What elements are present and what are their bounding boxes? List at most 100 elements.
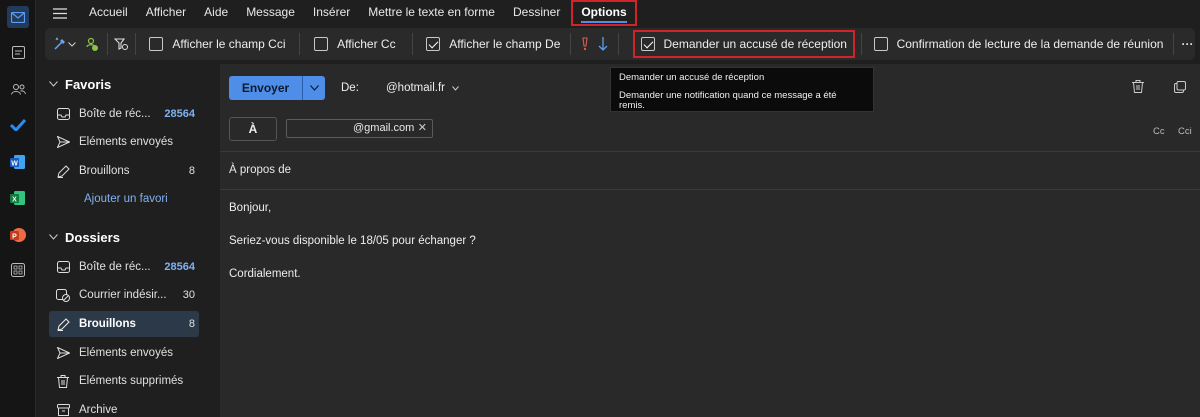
inbox-icon xyxy=(51,261,75,273)
send-button[interactable]: Envoyer xyxy=(229,76,303,100)
unread-count: 28564 xyxy=(164,108,195,120)
show-bcc-checkbox[interactable]: Afficher le champ Cci xyxy=(149,30,285,58)
body-line: Seriez-vous disponible le 18/05 pour éch… xyxy=(229,235,476,247)
sensitivity-icon[interactable] xyxy=(114,28,129,60)
tab-options-label: Options xyxy=(581,5,627,19)
tab-aide[interactable]: Aide xyxy=(195,0,237,26)
tab-afficher[interactable]: Afficher xyxy=(137,0,195,26)
checkbox-unchecked[interactable] xyxy=(149,37,164,51)
theme-icon[interactable] xyxy=(51,28,68,60)
drafts-pencil-icon xyxy=(51,164,75,178)
to-button[interactable]: À xyxy=(229,117,277,141)
subject-field[interactable]: À propos de xyxy=(229,164,291,176)
checkbox-checked[interactable] xyxy=(426,37,441,51)
todo-app-icon[interactable] xyxy=(7,114,29,136)
calendar-app-icon[interactable] xyxy=(7,41,29,63)
tab-accueil[interactable]: Accueil xyxy=(83,0,137,26)
folder-label: Éléments envoyés xyxy=(79,136,173,148)
pop-out-icon[interactable] xyxy=(1174,80,1186,98)
check-access-icon[interactable] xyxy=(82,28,101,60)
tooltip-title: Demander un accusé de réception xyxy=(619,72,765,83)
show-from-checkbox[interactable]: Afficher le champ De xyxy=(426,30,560,58)
send-icon xyxy=(51,136,75,148)
tab-options[interactable]: Options xyxy=(571,0,637,26)
read-receipt-tooltip: Demander un accusé de réception Demander… xyxy=(610,67,874,112)
word-app-icon[interactable]: W xyxy=(7,151,29,173)
tab-message[interactable]: Message xyxy=(237,0,304,26)
tab-inserer[interactable]: Insérer xyxy=(304,0,359,26)
svg-text:W: W xyxy=(11,161,18,168)
recipient-address: @gmail.com xyxy=(353,122,415,134)
bcc-link[interactable]: Cci xyxy=(1178,126,1192,137)
tab-mettre-en-forme[interactable]: Mettre le texte en forme xyxy=(359,0,504,26)
more-options-icon[interactable]: ··· xyxy=(1180,28,1195,60)
chevron-down-icon xyxy=(49,232,59,243)
read-receipt-checkbox[interactable]: Demander un accusé de réception xyxy=(632,30,855,58)
folder-inbox[interactable]: Boîte de réc... 28564 xyxy=(49,254,199,280)
tooltip-description: Demander une notification quand ce messa… xyxy=(619,90,837,111)
folder-junk[interactable]: Courrier indésir... 30 xyxy=(49,282,199,308)
favorite-sent[interactable]: Éléments envoyés xyxy=(49,129,199,155)
active-tab-underline xyxy=(581,21,627,23)
folder-archive[interactable]: Archive xyxy=(49,397,199,417)
chevron-down-icon xyxy=(49,79,59,90)
ribbon-divider xyxy=(1173,33,1175,55)
checkbox-unchecked[interactable] xyxy=(314,37,329,51)
folder-sent[interactable]: Éléments envoyés xyxy=(49,340,199,366)
folders-header[interactable]: Dossiers xyxy=(49,230,120,245)
high-importance-icon[interactable] xyxy=(577,28,593,60)
show-cc-label: Afficher Cc xyxy=(337,37,396,51)
trash-icon xyxy=(51,374,75,388)
excel-app-icon[interactable]: X xyxy=(7,187,29,209)
add-favorite-link[interactable]: Ajouter un favori xyxy=(84,193,168,205)
favorite-inbox[interactable]: Boîte de réc... 28564 xyxy=(49,101,199,127)
from-address: @hotmail.fr xyxy=(386,82,445,94)
ribbon-divider xyxy=(617,33,619,55)
hamburger-menu-icon[interactable] xyxy=(37,0,83,26)
discard-trash-icon[interactable] xyxy=(1132,80,1144,98)
meeting-read-confirm-checkbox[interactable]: Confirmation de lecture de la demande de… xyxy=(873,30,1164,58)
svg-text:X: X xyxy=(12,197,17,204)
tab-dessiner[interactable]: Dessiner xyxy=(504,0,569,26)
ribbon-divider xyxy=(299,33,301,55)
powerpoint-app-icon[interactable]: P xyxy=(7,224,29,246)
folder-label: Éléments supprimés xyxy=(79,375,184,387)
show-cc-checkbox[interactable]: Afficher Cc xyxy=(314,30,396,58)
meeting-read-confirm-label: Confirmation de lecture de la demande de… xyxy=(896,37,1164,51)
folder-drafts-selected[interactable]: Brouillons 8 xyxy=(49,311,199,337)
send-split-button: Envoyer xyxy=(229,76,325,100)
show-bcc-label: Afficher le champ Cci xyxy=(172,37,286,51)
menu-bar: Accueil Afficher Aide Message Insérer Me… xyxy=(37,0,1200,26)
junk-icon xyxy=(51,288,75,302)
people-app-icon[interactable] xyxy=(7,78,29,100)
folder-label: Brouillons xyxy=(79,165,130,177)
mail-app-icon[interactable] xyxy=(7,6,29,28)
recipient-chip[interactable]: @gmail.com ✕ xyxy=(286,119,433,138)
folders-title: Dossiers xyxy=(65,230,120,245)
checkbox-checked[interactable] xyxy=(640,37,655,51)
folder-label: Boîte de réc... xyxy=(79,108,151,120)
show-from-label: Afficher le champ De xyxy=(449,37,561,51)
ribbon-divider xyxy=(570,33,571,55)
favorites-title: Favoris xyxy=(65,77,112,92)
more-apps-icon[interactable] xyxy=(7,259,29,281)
send-icon xyxy=(51,347,75,359)
archive-icon xyxy=(51,404,75,416)
low-importance-icon[interactable] xyxy=(593,28,612,60)
body-line: Bonjour, xyxy=(229,202,272,214)
field-divider xyxy=(220,151,1200,152)
message-body[interactable]: Bonjour, Seriez-vous disponible le 18/05… xyxy=(229,202,476,301)
folder-label: Brouillons xyxy=(79,318,136,330)
cc-link[interactable]: Cc xyxy=(1153,126,1165,137)
remove-recipient-close-icon[interactable]: ✕ xyxy=(418,120,427,137)
item-count: 30 xyxy=(182,289,195,301)
send-options-chevron-icon[interactable] xyxy=(303,76,325,100)
theme-dropdown-chevron-icon[interactable] xyxy=(68,28,77,60)
body-line: Cordialement. xyxy=(229,268,301,280)
favorites-header[interactable]: Favoris xyxy=(49,77,111,92)
folder-deleted[interactable]: Éléments supprimés xyxy=(49,368,199,394)
from-account-selector[interactable]: @hotmail.fr xyxy=(386,82,460,94)
favorite-drafts[interactable]: Brouillons 8 xyxy=(49,158,199,184)
folder-label: Archive xyxy=(79,404,118,416)
checkbox-unchecked[interactable] xyxy=(873,37,888,51)
